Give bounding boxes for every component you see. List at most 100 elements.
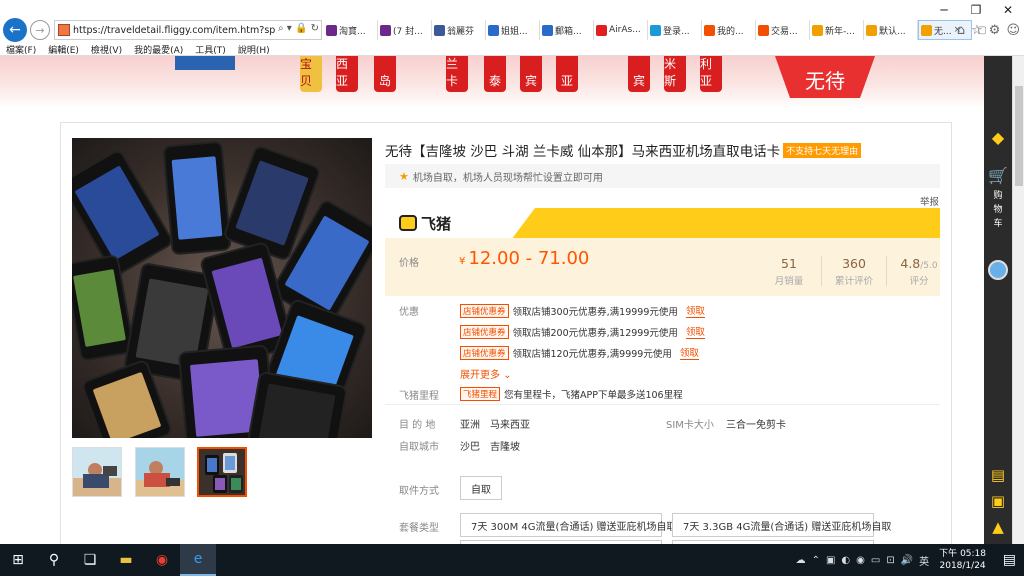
- package-option-2[interactable]: 7天 3.3GB 4G流量(合通话) 赠送亚庇机场自取: [672, 513, 891, 537]
- tab-favicon-icon: [704, 24, 715, 36]
- stat-value: 360: [842, 256, 866, 271]
- tab-label: 姐姐...: [501, 26, 528, 37]
- coupon-text: 领取店铺120元优惠券,满9999元使用: [512, 348, 672, 360]
- warning-sidebar-button[interactable]: ▲: [984, 518, 1012, 536]
- browser-tab[interactable]: (7 封...: [378, 20, 432, 40]
- phone-screen: [258, 383, 336, 438]
- network-app-icon[interactable]: ☁: [796, 555, 806, 566]
- back-button[interactable]: ←: [3, 18, 27, 42]
- address-row: ← → https://traveldetail.fliggy.com/item…: [0, 18, 1024, 42]
- brand-name: 飞猪: [421, 214, 452, 233]
- browser-tab[interactable]: 我的...: [702, 20, 756, 40]
- tab-label: 新年-...: [825, 26, 855, 37]
- rating-max: /5.0: [920, 261, 938, 271]
- favorites-star-icon[interactable]: ☆: [971, 23, 983, 38]
- browser-tab[interactable]: 默认...: [864, 20, 918, 40]
- tray-app-icon-2[interactable]: ◐: [841, 555, 850, 566]
- notes-sidebar-button[interactable]: ▤: [984, 466, 1012, 484]
- tray-chevron-icon[interactable]: ⌃: [812, 555, 820, 566]
- network-icon[interactable]: ⊡: [886, 555, 894, 566]
- address-bar[interactable]: https://traveldetail.fliggy.com/item.htm…: [54, 20, 322, 40]
- claim-coupon-link[interactable]: 领取: [679, 345, 699, 360]
- close-icon[interactable]: ✕: [992, 0, 1024, 20]
- banner-tile: 泰: [484, 56, 506, 92]
- tab-label: 翁麗芬: [447, 26, 475, 37]
- tab-favicon-icon: [866, 24, 877, 36]
- browser-tab[interactable]: 翁麗芬: [432, 20, 486, 40]
- package-option-1[interactable]: 7天 300M 4G流量(合通话) 赠送亚庇机场自取: [460, 513, 677, 537]
- menu-item[interactable]: 檢視(V): [91, 43, 122, 56]
- tab-favicon-icon: [650, 24, 661, 36]
- menu-item[interactable]: 編輯(E): [48, 43, 79, 56]
- banner-tile: 宝贝: [300, 56, 322, 92]
- phone-screen: [234, 159, 310, 247]
- bus-icon: ▣: [990, 492, 1006, 510]
- browser-tab[interactable]: 交易...: [756, 20, 810, 40]
- coupon-tag: 店铺优惠券: [460, 324, 509, 339]
- stat-reviews[interactable]: 360 累计评价: [828, 256, 880, 287]
- browser-tab[interactable]: 郵箱...: [540, 20, 594, 40]
- clock[interactable]: 下午 05:18 2018/1/24: [939, 548, 986, 572]
- fliggy-logo: 飞猪: [399, 213, 451, 234]
- promo-label: 优惠: [399, 307, 419, 318]
- settings-gear-icon[interactable]: ⚙: [989, 23, 1001, 38]
- stat-label: 累计评价: [834, 276, 873, 287]
- stat-monthly-sales: 51 月销量: [763, 256, 815, 287]
- chrome-icon[interactable]: ◉: [144, 544, 180, 576]
- coupon-sidebar-button[interactable]: ◆: [984, 128, 1012, 147]
- pickup-method-label: 取件方式: [399, 486, 439, 497]
- coupon-text: 领取店铺200元优惠券,满12999元使用: [512, 327, 678, 339]
- tab-favicon-icon: [326, 24, 337, 36]
- destination-label: 目 的 地: [399, 420, 436, 431]
- battery-icon[interactable]: ▭: [871, 555, 880, 566]
- mileage-text: 您有里程卡，飞猪APP下单最多送106里程: [504, 390, 683, 401]
- smiley-icon[interactable]: ☺: [1006, 23, 1020, 38]
- internet-explorer-icon[interactable]: e: [180, 544, 216, 576]
- volume-icon[interactable]: 🔊: [901, 555, 913, 566]
- browser-tab[interactable]: AirAs...: [594, 20, 648, 40]
- menu-item[interactable]: 我的最愛(A): [134, 43, 183, 56]
- thumbnail-3-selected[interactable]: [197, 447, 247, 497]
- bus-sidebar-button[interactable]: ▣: [984, 492, 1012, 510]
- notification-center-icon[interactable]: ▤: [1003, 552, 1016, 568]
- vertical-scrollbar[interactable]: [1012, 56, 1024, 544]
- forward-button[interactable]: →: [30, 20, 50, 40]
- time-value: 05:18: [960, 549, 986, 559]
- report-link[interactable]: 举报: [920, 194, 939, 208]
- menu-item[interactable]: 說明(H): [238, 43, 270, 56]
- thumbnail-1[interactable]: [72, 447, 122, 497]
- menu-item[interactable]: 檔案(F): [6, 43, 36, 56]
- tray-app-icon-3[interactable]: ◉: [856, 555, 865, 566]
- phone-screen: [171, 155, 223, 241]
- minimize-icon[interactable]: ─: [928, 0, 960, 20]
- banner-tile: 兰卡: [446, 56, 468, 92]
- search-refresh-icons[interactable]: ⌕ ▾ 🔒 ↻: [276, 23, 319, 34]
- expand-more-text: 展开更多: [460, 370, 500, 381]
- browser-tab[interactable]: 登录...: [648, 20, 702, 40]
- browser-tab[interactable]: 姐姐...: [486, 20, 540, 40]
- scrollbar-thumb[interactable]: [1015, 86, 1023, 186]
- search-icon[interactable]: ⚲: [36, 544, 72, 576]
- product-main-image[interactable]: [72, 138, 372, 438]
- menu-item[interactable]: 工具(T): [195, 43, 226, 56]
- pickup-option-button[interactable]: 自取: [460, 476, 502, 500]
- claim-coupon-link[interactable]: 领取: [685, 303, 705, 318]
- start-button[interactable]: ⊞: [0, 544, 36, 576]
- file-explorer-icon[interactable]: ▬: [108, 544, 144, 576]
- task-view-icon[interactable]: ❏: [72, 544, 108, 576]
- browser-tab[interactable]: 新年-...: [810, 20, 864, 40]
- phone-screen: [92, 371, 162, 438]
- product-title-text: 无待【吉隆坡 沙巴 斗湖 兰卡威 仙本那】马来西亚机场直取电话卡: [385, 144, 781, 160]
- claim-coupon-link[interactable]: 领取: [685, 324, 705, 339]
- tab-label: 淘寶...: [339, 26, 366, 37]
- restore-icon[interactable]: ❐: [960, 0, 992, 20]
- browser-tab[interactable]: 淘寶...: [324, 20, 378, 40]
- sim-size-value: 三合一免剪卡: [726, 420, 786, 431]
- home-icon[interactable]: ⌂: [957, 23, 965, 38]
- tray-app-icon[interactable]: ▣: [826, 555, 835, 566]
- thumbnail-2[interactable]: [135, 447, 185, 497]
- avatar-sidebar-button[interactable]: [984, 260, 1012, 280]
- cart-sidebar-button[interactable]: 🛒 购物车: [984, 166, 1012, 231]
- ime-icon[interactable]: 英: [919, 553, 929, 568]
- expand-more-link[interactable]: 展开更多 ⌄: [460, 366, 512, 381]
